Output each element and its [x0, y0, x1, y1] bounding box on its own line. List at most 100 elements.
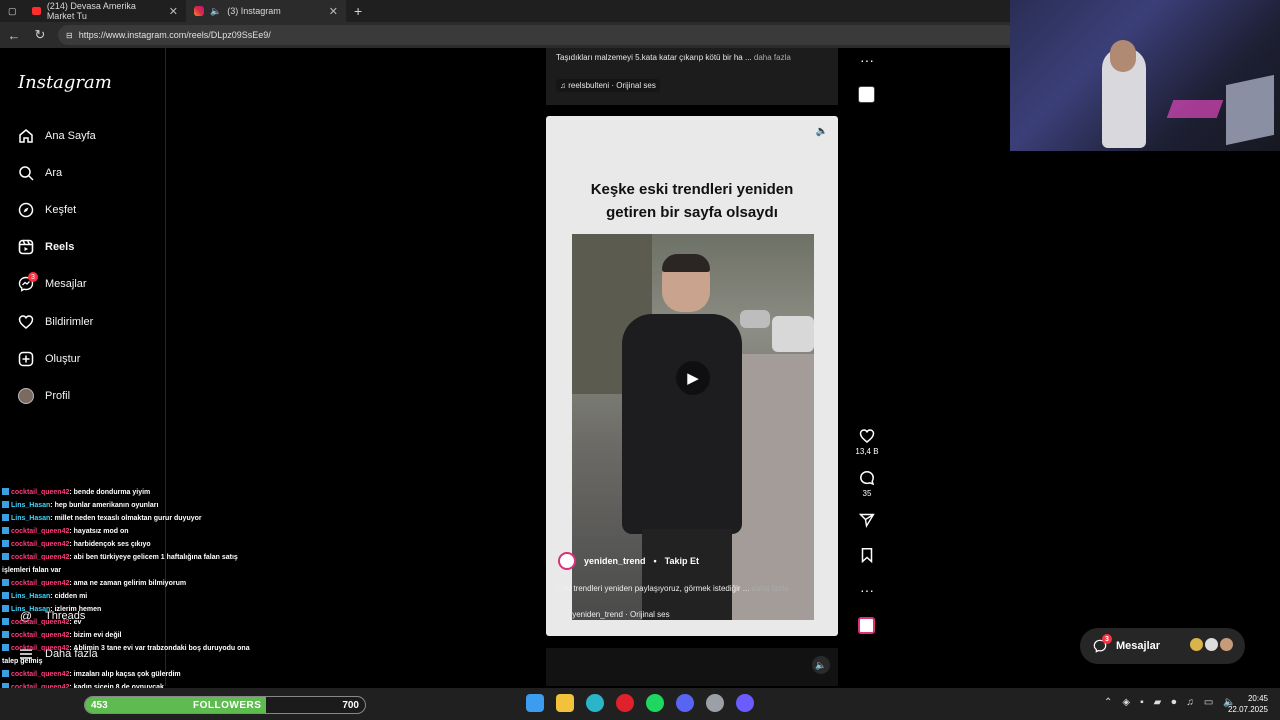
nav-home[interactable]: Ana Sayfa: [18, 126, 96, 146]
chat-text: : millet neden texaslı olmaktan gurur du…: [50, 515, 202, 522]
more-options-icon[interactable]: ···: [852, 52, 882, 68]
tab-instagram[interactable]: 🔈 (3) Instagram ✕: [186, 0, 346, 22]
network-icon[interactable]: ▭: [1204, 697, 1213, 708]
chat-message: cocktail_queen42: hayatsız mod on: [2, 525, 302, 538]
sidebar-toggle-icon[interactable]: ▢: [0, 0, 24, 22]
nav-label: Mesajlar: [45, 278, 87, 290]
chat-username: Lins_Hasan: [11, 502, 51, 509]
author-username[interactable]: yeniden_trend: [584, 556, 646, 566]
reel-audio[interactable]: ♫ reelsbulteni · Orijinal ses: [556, 79, 660, 92]
nav-messages[interactable]: 3 Mesajlar: [18, 272, 87, 294]
headset-icon[interactable]: ♫: [1186, 697, 1194, 708]
followers-current: 453: [91, 700, 108, 711]
reel-author: yeniden_trend • Takip Et: [558, 552, 699, 570]
mute-icon[interactable]: 🔈: [812, 656, 830, 674]
audio-thumbnail[interactable]: [858, 617, 875, 634]
back-icon[interactable]: ←: [6, 28, 22, 43]
reel-audio[interactable]: ♫ yeniden_trend · Orijinal ses: [564, 610, 670, 619]
chat-text: : hep bunlar amerikanın oyunları: [50, 502, 159, 509]
opera-icon[interactable]: [616, 694, 634, 712]
steam-icon[interactable]: [706, 694, 724, 712]
platform-icon: [2, 501, 9, 508]
clock-time: 20:45: [1247, 694, 1268, 703]
avatar: [1205, 638, 1219, 651]
obs-icon[interactable]: [736, 694, 754, 712]
followers-goal: 700: [342, 700, 359, 711]
nav-search[interactable]: Ara: [18, 163, 62, 183]
spotify-icon[interactable]: [646, 694, 664, 712]
windows-start-icon[interactable]: [526, 694, 544, 712]
close-icon[interactable]: ✕: [169, 5, 178, 18]
system-tray: ⌃ ◈ ▪ ▰ ⏺ ♫ ▭ 🔈: [1104, 697, 1236, 708]
follow-button[interactable]: Takip Et: [665, 556, 699, 566]
like-button[interactable]: 13,4 B: [852, 428, 882, 456]
reel-next[interactable]: 🔈: [546, 648, 838, 686]
nvidia-icon[interactable]: ▰: [1154, 697, 1162, 708]
messages-pill-label: Mesajlar: [1116, 640, 1161, 652]
comment-button[interactable]: 35: [852, 470, 882, 498]
clock[interactable]: 20:45 22.07.2025: [1228, 693, 1268, 715]
url-field[interactable]: ⊟ https://www.instagram.com/reels/DLpz09…: [58, 25, 1018, 45]
chat-text: : ev: [69, 619, 82, 626]
comment-count: 35: [862, 489, 872, 498]
like-count: 13,4 B: [855, 447, 879, 456]
refresh-icon[interactable]: ↻: [32, 27, 48, 43]
discord-icon[interactable]: [676, 694, 694, 712]
clock-date: 22.07.2025: [1227, 705, 1268, 714]
save-button[interactable]: [852, 547, 882, 566]
instagram-icon: [194, 6, 204, 16]
chat-username: Lins_Hasan: [11, 515, 51, 522]
webcam-person-head: [1110, 40, 1136, 72]
audio-text: yeniden_trend · Orijinal ses: [572, 610, 670, 619]
new-tab-button[interactable]: +: [346, 0, 370, 22]
speaker-icon[interactable]: 🔈: [210, 6, 221, 17]
nav-profile[interactable]: Profil: [18, 386, 70, 406]
shield-icon[interactable]: ◈: [1122, 697, 1130, 708]
chat-username: cocktail_queen42: [11, 541, 70, 548]
chat-message: cocktail_queen42: harbidençok ses çıkıyo: [2, 538, 302, 551]
ellipsis-icon: ···: [860, 52, 874, 68]
reel-previous[interactable]: Taşıdıkları malzemeyi 5.kata katar çıkar…: [546, 48, 838, 105]
reel-current[interactable]: 🔈 Keşke eski trendleri yeniden getiren b…: [546, 116, 838, 636]
person-torso: [622, 314, 742, 534]
site-info-icon[interactable]: ⊟: [66, 31, 73, 40]
author-avatar[interactable]: [558, 552, 576, 570]
chevron-up-icon[interactable]: ⌃: [1104, 697, 1112, 708]
nav-explore[interactable]: Keşfet: [18, 200, 76, 220]
reels-icon: [18, 239, 34, 255]
platform-icon: [2, 618, 9, 625]
microphone-icon[interactable]: ⏺: [1171, 697, 1176, 708]
chat-message: Lins_Hasan: izlerim hemen: [2, 603, 302, 616]
nav-notifications[interactable]: Bildirimler: [18, 312, 93, 332]
nav-create[interactable]: Oluştur: [18, 349, 80, 369]
separator: •: [653, 556, 657, 566]
audio-thumbnail[interactable]: [858, 86, 875, 103]
chat-username: cocktail_queen42: [11, 580, 70, 587]
pill-avatars: [1188, 638, 1234, 654]
instagram-logo[interactable]: Instagram: [18, 72, 112, 93]
chat-username: cocktail_queen42: [11, 554, 70, 561]
play-icon[interactable]: ▶: [676, 361, 710, 395]
more-link[interactable]: daha fazla: [754, 53, 791, 62]
messages-pill[interactable]: 3 Mesajlar: [1080, 628, 1245, 664]
chat-text: : cidden mi: [50, 593, 88, 600]
nav-reels[interactable]: Reels: [18, 237, 74, 257]
tab-youtube[interactable]: (214) Devasa Amerika Market Tu ✕: [24, 0, 186, 22]
nav-label: Oluştur: [45, 353, 81, 365]
file-explorer-icon[interactable]: [556, 694, 574, 712]
platform-icon: [2, 605, 9, 612]
edge-icon[interactable]: [586, 694, 604, 712]
app-tray-icon[interactable]: ▪: [1140, 697, 1144, 708]
more-options-icon[interactable]: ···: [852, 582, 882, 598]
close-icon[interactable]: ✕: [329, 5, 338, 18]
avatar: [1220, 638, 1234, 651]
mute-icon[interactable]: 🔈: [816, 126, 828, 137]
platform-icon: [2, 540, 9, 547]
tab-label: (3) Instagram: [227, 6, 281, 16]
more-link[interactable]: daha fazla: [752, 584, 789, 593]
person-legs: [642, 529, 732, 620]
ellipsis-icon: ···: [860, 582, 874, 598]
share-button[interactable]: [852, 512, 882, 531]
chat-text: : abi ben türkiyeye gelicem 1 haftalığın…: [69, 554, 238, 561]
nav-label: Keşfet: [45, 204, 77, 216]
